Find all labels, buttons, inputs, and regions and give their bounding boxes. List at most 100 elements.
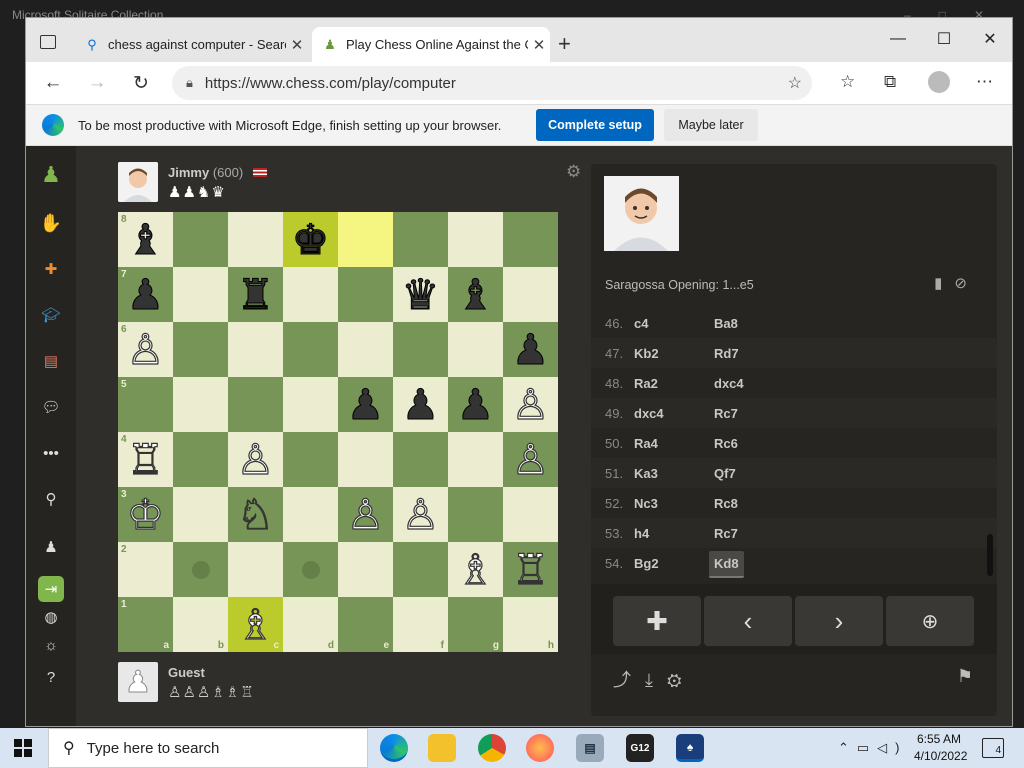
- black-piece[interactable]: ♚: [291, 218, 330, 261]
- square-g2[interactable]: ♗: [448, 542, 503, 597]
- language-icon[interactable]: ◍: [38, 604, 64, 630]
- square-h5[interactable]: ♙: [503, 377, 558, 432]
- black-piece[interactable]: ♟: [456, 383, 495, 426]
- square-b6[interactable]: [173, 322, 228, 377]
- square-b7[interactable]: [173, 267, 228, 322]
- black-move[interactable]: Rc6: [714, 436, 738, 451]
- book-icon[interactable]: ▮: [934, 275, 954, 292]
- solitaire-icon[interactable]: ♠: [676, 734, 704, 762]
- black-piece[interactable]: ♛: [401, 273, 440, 316]
- firefox-icon[interactable]: [526, 734, 554, 762]
- square-g7[interactable]: ♝: [448, 267, 503, 322]
- explorer-icon[interactable]: ⊘: [954, 275, 979, 292]
- black-move[interactable]: Kd8: [709, 551, 744, 578]
- square-a2[interactable]: 2: [118, 542, 173, 597]
- next-move-button[interactable]: ›: [795, 596, 883, 646]
- complete-setup-button[interactable]: Complete setup: [536, 109, 654, 141]
- black-piece[interactable]: ♟: [346, 383, 385, 426]
- white-move[interactable]: Nc3: [634, 496, 658, 511]
- image-viewer-icon[interactable]: ▤: [576, 734, 604, 762]
- square-b4[interactable]: [173, 432, 228, 487]
- move-list[interactable]: 46. c4 Ba8 47. Kb2 Rd7 48. Ra2 dxc4 49. dxc4 Rc7 50.…: [591, 304, 997, 579]
- square-d7[interactable]: [283, 267, 338, 322]
- square-a1[interactable]: 1a: [118, 597, 173, 652]
- new-game-button[interactable]: ✚: [613, 596, 701, 646]
- square-f6[interactable]: [393, 322, 448, 377]
- square-f4[interactable]: [393, 432, 448, 487]
- white-move[interactable]: Ra2: [634, 376, 658, 391]
- white-move[interactable]: h4: [634, 526, 649, 541]
- square-c7[interactable]: ♜: [228, 267, 283, 322]
- collections-icon[interactable]: ⧉: [884, 72, 896, 92]
- white-move[interactable]: Ra4: [634, 436, 658, 451]
- white-move[interactable]: c4: [634, 316, 648, 331]
- square-d2[interactable]: [283, 542, 338, 597]
- square-h4[interactable]: ♙: [503, 432, 558, 487]
- square-f5[interactable]: ♟: [393, 377, 448, 432]
- white-piece[interactable]: ♙: [511, 382, 550, 425]
- chrome-icon[interactable]: [478, 734, 506, 762]
- black-piece[interactable]: ♟: [511, 328, 550, 371]
- back-button[interactable]: ←: [38, 68, 68, 98]
- square-f8[interactable]: [393, 212, 448, 267]
- settings-icon[interactable]: ⚙: [667, 670, 696, 690]
- square-c4[interactable]: ♙: [228, 432, 283, 487]
- square-e4[interactable]: [338, 432, 393, 487]
- minimize-button[interactable]: —: [876, 24, 920, 54]
- close-tab-icon[interactable]: ✕: [286, 36, 308, 54]
- black-piece[interactable]: ♝: [126, 218, 165, 261]
- square-g3[interactable]: [448, 487, 503, 542]
- square-a5[interactable]: 5: [118, 377, 173, 432]
- square-a3[interactable]: 3 ♔: [118, 487, 173, 542]
- square-e5[interactable]: ♟: [338, 377, 393, 432]
- black-move[interactable]: Rc8: [714, 496, 738, 511]
- black-move[interactable]: Rc7: [714, 406, 738, 421]
- white-piece[interactable]: ♗: [236, 602, 275, 645]
- square-a4[interactable]: 4 ♖: [118, 432, 173, 487]
- taskbar-search[interactable]: ⚲ Type here to search: [48, 728, 368, 768]
- square-e3[interactable]: ♙: [338, 487, 393, 542]
- square-h7[interactable]: [503, 267, 558, 322]
- square-h8[interactable]: [503, 212, 558, 267]
- legal-move-dot[interactable]: [301, 560, 320, 579]
- square-f2[interactable]: [393, 542, 448, 597]
- legal-move-dot[interactable]: [191, 560, 210, 579]
- white-move[interactable]: Ka3: [634, 466, 658, 481]
- white-piece[interactable]: ♙: [401, 492, 440, 535]
- white-move[interactable]: Bg2: [634, 556, 659, 571]
- windows-start-icon[interactable]: [14, 739, 32, 757]
- square-b8[interactable]: [173, 212, 228, 267]
- analysis-button[interactable]: ⊕: [886, 596, 974, 646]
- square-e1[interactable]: e: [338, 597, 393, 652]
- square-f1[interactable]: f: [393, 597, 448, 652]
- black-move[interactable]: Ba8: [714, 316, 738, 331]
- theme-icon[interactable]: ☼: [38, 632, 64, 658]
- square-c5[interactable]: [228, 377, 283, 432]
- chess-board[interactable]: 8 ♝ ♚ 7 ♟ ♜ ♛ ♝ 6 ♙ ♟ 5 ♟ ♟ ♟ ♙ 4 ♖ ♙ ♙ 3 ♔ ♘ ♙ ♙ 2 ♗ ♖ 1 a b c ♗ d e f g h: [118, 212, 558, 652]
- move-list-scrollbar[interactable]: [987, 534, 993, 576]
- maximize-button[interactable]: ☐: [922, 24, 966, 54]
- square-h2[interactable]: ♖: [503, 542, 558, 597]
- square-c1[interactable]: c ♗: [228, 597, 283, 652]
- white-move[interactable]: Kb2: [634, 346, 659, 361]
- maybe-later-button[interactable]: Maybe later: [664, 109, 758, 141]
- news-icon[interactable]: ▤: [38, 348, 64, 374]
- square-c3[interactable]: ♘: [228, 487, 283, 542]
- opponent-avatar[interactable]: [118, 162, 158, 202]
- close-window-button[interactable]: ✕: [968, 24, 1012, 54]
- download-icon[interactable]: ⤓: [645, 670, 667, 690]
- tab-search[interactable]: ⚲ chess against computer - Search ✕: [74, 27, 308, 62]
- square-a7[interactable]: 7 ♟: [118, 267, 173, 322]
- square-b2[interactable]: [173, 542, 228, 597]
- black-piece[interactable]: ♟: [401, 383, 440, 426]
- more-icon[interactable]: •••: [38, 440, 64, 466]
- square-f3[interactable]: ♙: [393, 487, 448, 542]
- square-d6[interactable]: [283, 322, 338, 377]
- square-e7[interactable]: [338, 267, 393, 322]
- square-h6[interactable]: ♟: [503, 322, 558, 377]
- black-piece[interactable]: ♜: [236, 273, 275, 316]
- address-bar[interactable]: 🔒︎ https://www.chess.com/play/computer ☆: [172, 66, 812, 100]
- square-f7[interactable]: ♛: [393, 267, 448, 322]
- forward-button[interactable]: →: [82, 68, 112, 98]
- refresh-button[interactable]: ↻: [126, 68, 156, 98]
